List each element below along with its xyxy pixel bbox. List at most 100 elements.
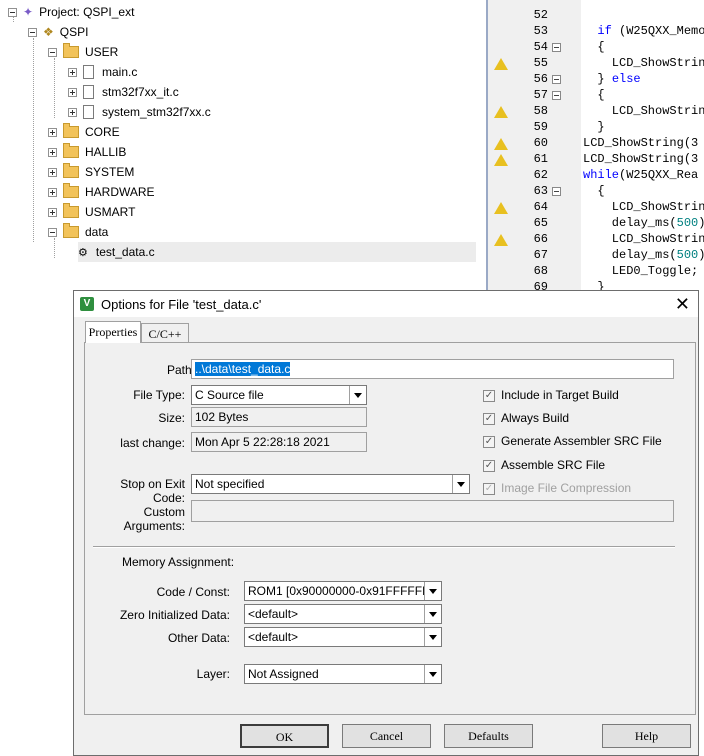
asm-src-checkbox[interactable]: ✓ [483,436,495,448]
tree-file-sys[interactable]: system_stm32f7xx.c [68,102,211,122]
tree-group-core[interactable]: CORE [48,122,120,142]
warning-icon[interactable] [494,234,508,246]
code-line[interactable]: } else [583,72,640,86]
expand-icon[interactable] [48,147,57,157]
chevron-down-icon[interactable] [424,605,441,623]
fold-toggle-icon[interactable] [552,187,561,196]
compress-checkbox[interactable]: ✓ [483,483,495,495]
code-line[interactable]: LCD_ShowString [583,56,704,70]
path-value: ..\data\test_data.c [195,362,291,376]
collapse-icon[interactable] [28,27,37,37]
file-label: stm32f7xx_it.c [102,85,179,99]
tree-project-row[interactable]: ✦ Project: QSPI_ext [8,2,134,22]
collapse-icon[interactable] [48,227,57,237]
layer-select[interactable]: Not Assigned [244,664,442,684]
target-icon: ❖ [43,25,54,39]
chevron-down-icon[interactable] [452,475,469,493]
exitcode-value: Not specified [195,477,265,491]
tree-group-hallib[interactable]: HALLIB [48,142,126,162]
project-label: Project: QSPI_ext [39,5,135,19]
tree-file-it[interactable]: stm32f7xx_it.c [68,82,179,102]
section-divider [93,546,675,548]
code-line[interactable]: LCD_ShowString [583,232,704,246]
code-line[interactable]: if (W25QXX_Memor [583,24,704,38]
chevron-down-icon[interactable] [424,628,441,646]
warning-icon[interactable] [494,154,508,166]
path-field[interactable]: ..\data\test_data.c [191,359,674,379]
code-line[interactable]: LCD_ShowString [583,104,704,118]
code-line[interactable]: LED0_Toggle; [583,264,698,278]
folder-open-icon [63,223,79,238]
code-const-value: ROM1 [0x90000000-0x91FFFFFF] [248,584,433,598]
tree-group-user[interactable]: USER [48,42,118,62]
zero-init-select[interactable]: <default> [244,604,442,624]
collapse-icon[interactable] [8,7,17,17]
tree-group-usmart[interactable]: USMART [48,202,135,222]
tree-target-row[interactable]: ❖ QSPI [28,22,88,42]
code-line[interactable]: { [583,40,604,54]
expand-icon[interactable] [68,87,77,97]
folder-icon [63,203,79,218]
include-checkbox[interactable]: ✓ [483,390,495,402]
chevron-down-icon[interactable] [349,386,366,404]
code-line[interactable]: delay_ms(500), [583,248,704,262]
options-dialog: V Options for File 'test_data.c' ✕ Prope… [73,290,699,756]
filetype-value: C Source file [195,388,264,402]
cancel-button[interactable]: Cancel [342,724,431,748]
code-line[interactable]: } [583,120,604,134]
code-const-select[interactable]: ROM1 [0x90000000-0x91FFFFFF] [244,581,442,601]
asm-src-label: Generate Assembler SRC File [501,434,662,448]
code-line[interactable]: LCD_ShowString [583,200,704,214]
collapse-icon[interactable] [48,47,57,57]
chevron-down-icon[interactable] [424,665,441,683]
help-button[interactable]: Help [602,724,691,748]
code-line[interactable]: { [583,184,604,198]
tree-file-main[interactable]: main.c [68,62,137,82]
tree-group-hardware[interactable]: HARDWARE [48,182,155,202]
code-line[interactable]: LCD_ShowString(3 [583,152,698,166]
expand-icon[interactable] [48,187,57,197]
close-icon[interactable]: ✕ [675,293,690,315]
other-data-select[interactable]: <default> [244,627,442,647]
expand-icon[interactable] [48,127,57,137]
warning-icon[interactable] [494,138,508,150]
code-line[interactable]: LCD_ShowString(3 [583,136,698,150]
expand-icon[interactable] [68,107,77,117]
warning-icon[interactable] [494,106,508,118]
ok-button[interactable]: OK [240,724,329,748]
line-number: 57 [533,88,548,102]
fold-toggle-icon[interactable] [552,91,561,100]
code-const-label: Code / Const: [156,585,230,599]
chevron-down-icon[interactable] [424,582,441,600]
always-build-checkbox[interactable]: ✓ [483,413,495,425]
dialog-titlebar[interactable]: V Options for File 'test_data.c' ✕ [74,291,698,317]
warning-icon[interactable] [494,58,508,70]
dialog-title: Options for File 'test_data.c' [101,296,262,312]
tree-group-system[interactable]: SYSTEM [48,162,134,182]
tree-group-data[interactable]: data [48,222,108,242]
code-line[interactable]: while(W25QXX_Rea [583,168,698,182]
code-line[interactable]: delay_ms(500), [583,216,704,230]
group-label: data [85,225,109,239]
fold-toggle-icon[interactable] [552,43,561,52]
exitcode-select[interactable]: Not specified [191,474,470,494]
customargs-field[interactable] [191,500,674,522]
expand-icon[interactable] [48,167,57,177]
tree-file-test-selected[interactable]: ⚙ test_data.c [78,242,476,262]
include-label: Include in Target Build [501,388,619,402]
exitcode-label: Stop on Exit Code: [120,477,185,505]
filetype-select[interactable]: C Source file [191,385,367,405]
folder-icon [63,143,79,158]
tab-properties[interactable]: Properties [85,321,141,343]
tab-c-cpp[interactable]: C/C++ [141,323,189,343]
warning-icon[interactable] [494,202,508,214]
keil-app-icon: V [80,297,94,311]
assemble-src-checkbox[interactable]: ✓ [483,460,495,472]
expand-icon[interactable] [68,67,77,77]
folder-icon [63,123,79,138]
fold-toggle-icon[interactable] [552,75,561,84]
file-icon [83,65,94,79]
defaults-button[interactable]: Defaults [444,724,533,748]
code-line[interactable]: { [583,88,604,102]
expand-icon[interactable] [48,207,57,217]
